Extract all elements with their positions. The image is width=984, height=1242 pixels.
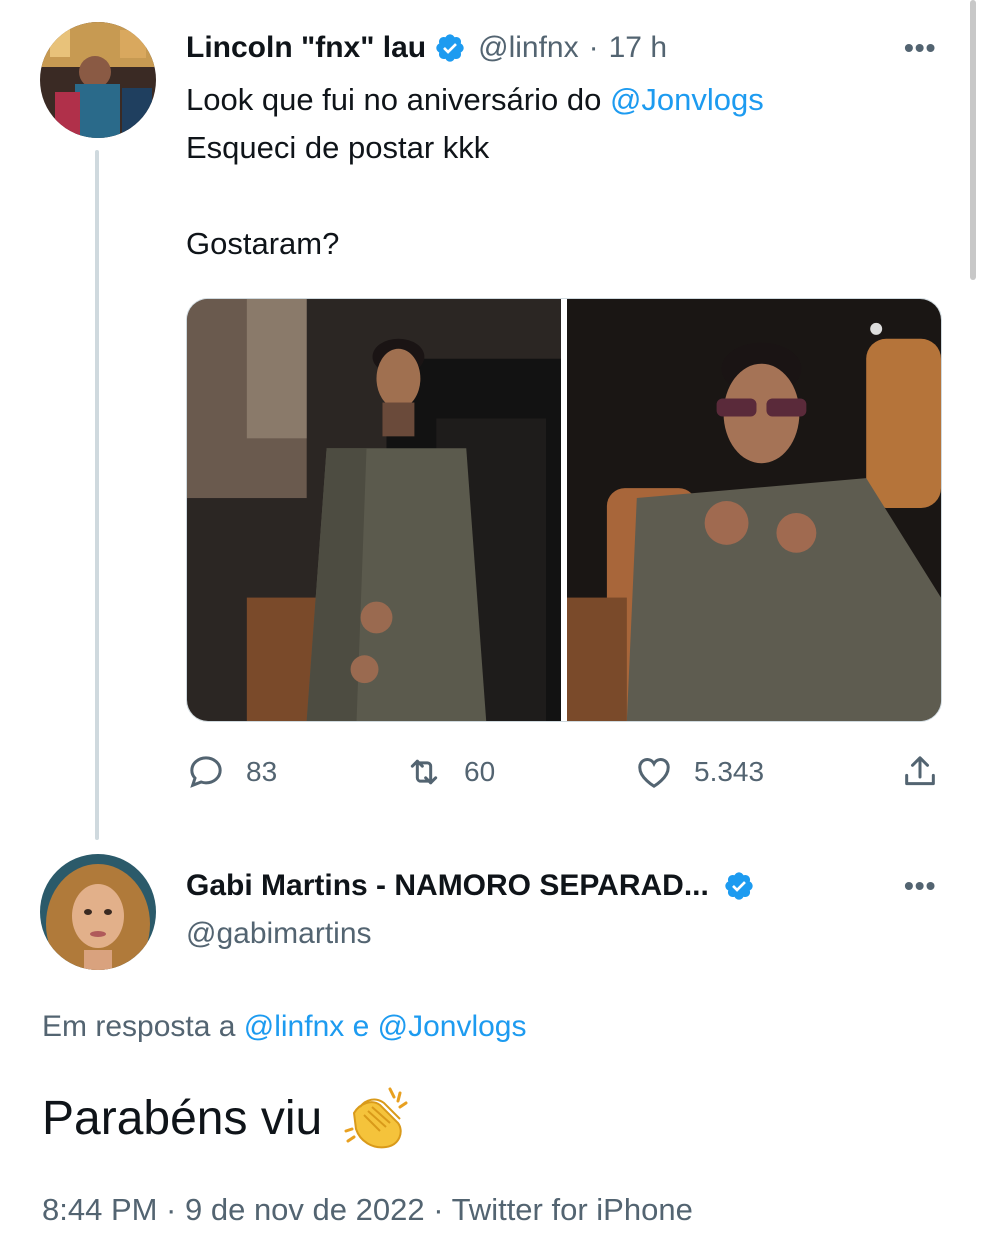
clapping-hands-emoji-icon	[344, 1087, 408, 1149]
tweet1-separator: ·	[588, 31, 599, 64]
like-action[interactable]: 5.343	[634, 752, 764, 792]
reply-mention-jonvlogs[interactable]: @Jonvlogs	[378, 1010, 527, 1043]
tweet1-text-line1: Look que fui no aniversário do @Jonvlogs	[186, 76, 764, 124]
tweet2-text-content: Parabéns viu	[42, 1091, 323, 1145]
tweet1-media	[186, 298, 942, 722]
tweet1-photo-2[interactable]	[567, 299, 941, 721]
like-count: 5.343	[694, 756, 765, 787]
tweet2-handle[interactable]: @gabimartins	[186, 914, 372, 954]
scrollbar[interactable]	[970, 0, 976, 280]
tweet1-handle[interactable]: @linfnx	[478, 31, 579, 65]
tweet2-header: Gabi Martins - NAMORO SEPARAD...	[186, 864, 755, 908]
reply-context: Em resposta a @linfnx e @Jonvlogs	[42, 1010, 526, 1044]
reply-and: e	[344, 1010, 378, 1043]
tweet1-actions: 83 60 5.343	[186, 752, 942, 802]
reply-action[interactable]: 83	[186, 752, 277, 792]
tweet1-photo-1[interactable]	[187, 299, 561, 721]
reply-icon	[190, 756, 222, 788]
photo-1-image	[187, 299, 561, 721]
tweet1-text-line3: Gostaram?	[186, 226, 340, 261]
tweet1-mention-jonvlogs[interactable]: @Jonvlogs	[610, 82, 764, 117]
reply-count: 83	[246, 756, 278, 787]
tweet2-text: Parabéns viu	[42, 1085, 412, 1151]
avatar-image	[40, 854, 156, 970]
reply-mention-linfnx[interactable]: @linfnx	[244, 1010, 345, 1043]
photo-2-image	[567, 299, 941, 721]
tweet1-text-line1-plain: Look que fui no aniversário do	[186, 82, 610, 117]
avatar-linfnx[interactable]	[40, 22, 156, 138]
thread-line	[95, 150, 99, 840]
verified-badge-icon	[725, 872, 753, 900]
reply-prefix: Em resposta a	[42, 1010, 244, 1043]
tweet2-display-name[interactable]: Gabi Martins - NAMORO SEPARAD...	[186, 869, 709, 903]
retweet-action[interactable]: 60	[404, 752, 495, 792]
avatar-image	[40, 22, 156, 138]
tweet1-text-line2: Esqueci de postar kkk	[186, 130, 490, 165]
tweet1-time[interactable]: 17 h	[609, 31, 667, 65]
heart-icon	[638, 758, 670, 788]
share-action[interactable]	[900, 752, 960, 792]
tweet2-more-icon[interactable]: •••	[904, 870, 936, 902]
avatar-gabimartins[interactable]	[40, 854, 156, 970]
tweet1-header: Lincoln "fnx" lau @linfnx · 17 h	[186, 26, 667, 70]
retweet-icon	[410, 759, 438, 785]
tweet1-display-name[interactable]: Lincoln "fnx" lau	[186, 31, 426, 65]
tweet2-footer-timestamp[interactable]: 8:44 PM · 9 de nov de 2022 · Twitter for…	[42, 1192, 693, 1228]
retweet-count: 60	[464, 756, 496, 787]
tweet1-more-icon[interactable]: •••	[904, 32, 936, 64]
verified-badge-icon	[436, 34, 464, 62]
share-icon	[905, 756, 935, 786]
